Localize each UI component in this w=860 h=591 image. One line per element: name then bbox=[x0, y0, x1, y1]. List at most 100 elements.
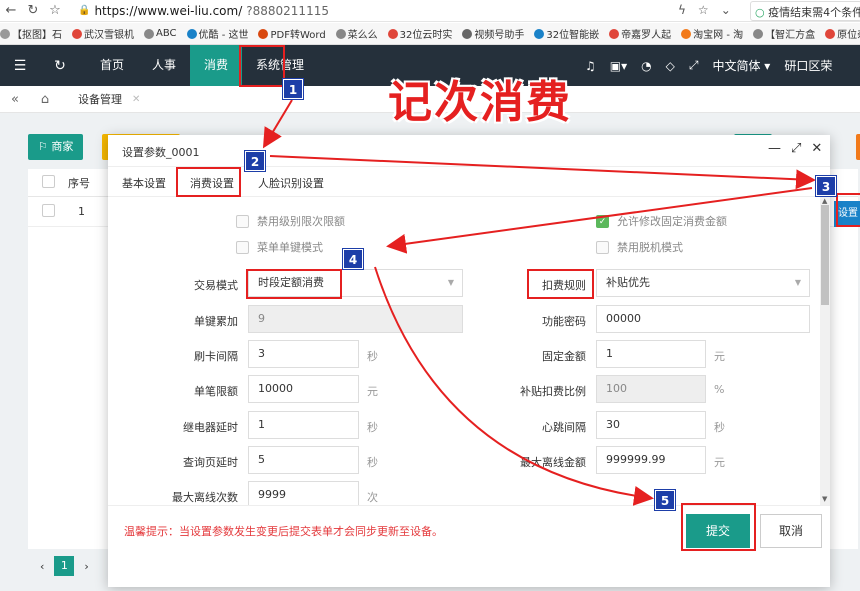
bookmark-item[interactable]: 优酷 - 这世 bbox=[186, 26, 248, 41]
max-offline-times-label: 最大离线次数 bbox=[172, 491, 238, 504]
subsidy-ratio-label: 补贴扣费比例 bbox=[520, 385, 586, 398]
home-icon[interactable]: ⌂ bbox=[30, 92, 60, 107]
dialog-tabs: 基本设置 消费设置 人脸识别设置 bbox=[108, 167, 830, 197]
book-icon[interactable]: ▣▾ bbox=[610, 59, 627, 73]
deduct-rule-select[interactable]: 补贴优先 ▼ bbox=[596, 269, 810, 297]
trade-mode-select[interactable]: 时段定额消费 ▼ bbox=[248, 269, 463, 297]
bookmarks-bar: 【抠图】石 武汉雪银机 ABC 优酷 - 这世 PDF转Word 菜么么 32位云时实 视频号… bbox=[0, 23, 860, 45]
dropdown-icon[interactable]: ⌄ bbox=[721, 3, 731, 17]
menu-system[interactable]: 系统管理 bbox=[242, 45, 318, 86]
bookmark-item[interactable]: 帝嘉罗人起 bbox=[609, 26, 671, 41]
max-offline-amount-input[interactable]: 999999.99 bbox=[596, 446, 706, 474]
menu-consume[interactable]: 消费 bbox=[190, 45, 243, 86]
lightning-icon[interactable]: ϟ bbox=[678, 3, 686, 17]
star-icon[interactable]: ☆ bbox=[44, 3, 66, 18]
tab-consume[interactable]: 消费设置 bbox=[190, 175, 234, 191]
trade-mode-value: 时段定额消费 bbox=[258, 276, 324, 289]
card-interval-input[interactable]: 3 bbox=[248, 340, 359, 368]
single-limit-input[interactable]: 10000 bbox=[248, 375, 359, 403]
background-orange-button[interactable] bbox=[856, 134, 860, 160]
bookmark-item[interactable]: 淘宝网 - 淘 bbox=[681, 26, 743, 41]
browser-search-box[interactable]: ○ 疫情结束需4个条件 bbox=[750, 1, 860, 21]
bookmark-favicon-icon bbox=[753, 28, 764, 39]
next-page-icon[interactable]: › bbox=[84, 560, 88, 573]
settings-button[interactable]: 设置 bbox=[834, 201, 860, 227]
row-checkbox[interactable] bbox=[41, 203, 55, 217]
bookmark-star-icon[interactable]: ☆ bbox=[698, 3, 709, 17]
bookmark-favicon-icon bbox=[681, 28, 692, 39]
back-icon[interactable]: ← bbox=[0, 3, 22, 18]
menu-toggle-icon[interactable]: ☰ bbox=[0, 58, 40, 74]
close-icon[interactable]: ✕ bbox=[811, 141, 822, 156]
bookmark-item[interactable]: 32位智能嵌 bbox=[534, 26, 599, 41]
menu-single-key-checkbox[interactable]: 菜单单键模式 bbox=[236, 239, 323, 255]
tag-icon[interactable]: ◇ bbox=[666, 59, 675, 73]
relay-delay-input[interactable]: 1 bbox=[248, 411, 359, 439]
bookmark-item[interactable]: 武汉雪银机 bbox=[72, 26, 134, 41]
tab-device-management[interactable]: 设备管理 ✕ bbox=[78, 91, 140, 107]
page-number[interactable]: 1 bbox=[54, 556, 75, 576]
reload-icon[interactable]: ↻ bbox=[40, 58, 80, 74]
close-icon[interactable]: ✕ bbox=[132, 94, 140, 105]
chevron-down-icon: ▼ bbox=[794, 278, 801, 287]
bookmark-item[interactable]: 32位云时实 bbox=[387, 26, 452, 41]
language-select[interactable]: 中文简体 ▾ bbox=[712, 57, 770, 74]
single-key-add-field: 9 bbox=[248, 305, 463, 333]
function-pwd-input[interactable]: 00000 bbox=[596, 305, 810, 333]
tab-basic[interactable]: 基本设置 bbox=[122, 175, 166, 191]
bookmark-item[interactable]: PDF转Word bbox=[258, 26, 326, 41]
menu-home[interactable]: 首页 bbox=[86, 45, 138, 86]
disable-offline-checkbox[interactable]: 禁用脱机模式 bbox=[596, 239, 683, 255]
checkbox-box[interactable] bbox=[236, 240, 249, 254]
checkbox-label: 允许修改固定消费金额 bbox=[617, 215, 727, 228]
scroll-down-icon[interactable]: ▼ bbox=[822, 495, 827, 503]
dialog-title: 设置参数_0001 bbox=[122, 146, 200, 159]
submit-button[interactable]: 提交 bbox=[686, 514, 750, 548]
bookmark-item[interactable]: 原位杂交 ( bbox=[825, 26, 860, 41]
single-key-add-label: 单键累加 bbox=[194, 315, 238, 328]
dialog-scrollbar[interactable]: ▲ ▼ bbox=[820, 197, 830, 505]
query-delay-unit: 秒 bbox=[367, 456, 378, 469]
bell-icon[interactable]: ♫ bbox=[585, 59, 596, 73]
heartbeat-input[interactable]: 30 bbox=[596, 411, 706, 439]
bookmark-favicon-icon bbox=[462, 28, 473, 39]
query-delay-input[interactable]: 5 bbox=[248, 446, 359, 474]
bookmark-item[interactable]: 菜么么 bbox=[335, 26, 378, 41]
fixed-amount-input[interactable]: 1 bbox=[596, 340, 706, 368]
pagination: ‹ 1 › bbox=[28, 549, 108, 583]
prev-page-icon[interactable]: ‹ bbox=[40, 560, 44, 573]
max-offline-times-input[interactable]: 9999 bbox=[248, 481, 359, 505]
disable-level-limit-checkbox[interactable]: 禁用级别限次限额 bbox=[236, 213, 345, 229]
step-badge-3: 3 bbox=[816, 176, 836, 196]
bookmark-favicon-icon bbox=[609, 28, 620, 39]
minimize-icon[interactable]: — bbox=[768, 141, 781, 156]
cancel-button[interactable]: 取消 bbox=[760, 514, 822, 548]
fullscreen-icon[interactable]: ⤢ bbox=[689, 58, 699, 73]
bookmark-item[interactable]: 视频号助手 bbox=[462, 26, 524, 41]
tab-face[interactable]: 人脸识别设置 bbox=[258, 175, 324, 191]
dashboard-icon[interactable]: ◔ bbox=[641, 59, 651, 73]
checkbox-box[interactable] bbox=[236, 214, 249, 228]
allow-modify-fixed-checkbox[interactable]: ✓ 允许修改固定消费金额 bbox=[596, 213, 727, 229]
bookmark-favicon-icon bbox=[0, 28, 10, 39]
refresh-icon[interactable]: ↻ bbox=[22, 3, 44, 18]
check-icon[interactable]: ✓ bbox=[596, 214, 609, 228]
bookmark-item[interactable]: ABC bbox=[144, 28, 177, 39]
scroll-thumb[interactable] bbox=[821, 205, 829, 305]
bookmark-favicon-icon bbox=[387, 28, 398, 39]
bookmark-label: 【智汇方盒 bbox=[765, 30, 816, 41]
bookmark-label: 菜么么 bbox=[347, 30, 378, 41]
region-label[interactable]: 研口区荣 bbox=[784, 57, 832, 74]
scroll-up-icon[interactable]: ▲ bbox=[822, 197, 827, 205]
select-all-checkbox[interactable] bbox=[41, 174, 55, 188]
fixed-amount-unit: 元 bbox=[714, 350, 725, 363]
url-field[interactable]: 🔒 https://www.wei-liu.com/?8880211115 bbox=[78, 4, 329, 18]
merchant-button[interactable]: ⚐ 商家 bbox=[28, 134, 84, 160]
collapse-icon[interactable]: « bbox=[0, 92, 30, 107]
menu-hr[interactable]: 人事 bbox=[138, 45, 190, 86]
checkbox-label: 禁用级别限次限额 bbox=[257, 215, 345, 228]
checkbox-box[interactable] bbox=[596, 240, 609, 254]
bookmark-item[interactable]: 【智汇方盒 bbox=[753, 26, 815, 41]
maximize-icon[interactable]: ⤢ bbox=[791, 141, 801, 156]
bookmark-item[interactable]: 【抠图】石 bbox=[0, 26, 62, 41]
